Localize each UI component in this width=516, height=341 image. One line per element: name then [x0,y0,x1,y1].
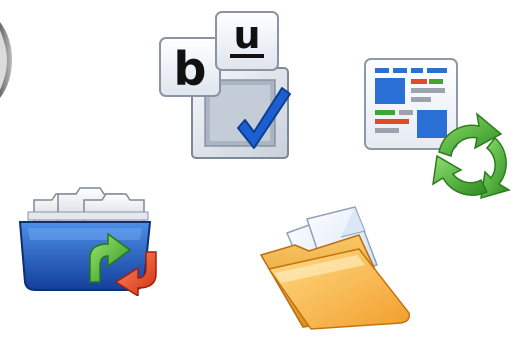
page-refresh-icon [364,58,511,200]
text-formatting-checkbox-icon: b u [159,11,291,159]
bold-glyph: b [174,42,207,96]
open-folder-icon [259,206,411,330]
icon-canvas: b u [0,0,516,341]
archive-restore-icon [18,187,157,296]
partial-edge-icon [0,22,12,98]
underline-glyph: u [233,13,260,57]
